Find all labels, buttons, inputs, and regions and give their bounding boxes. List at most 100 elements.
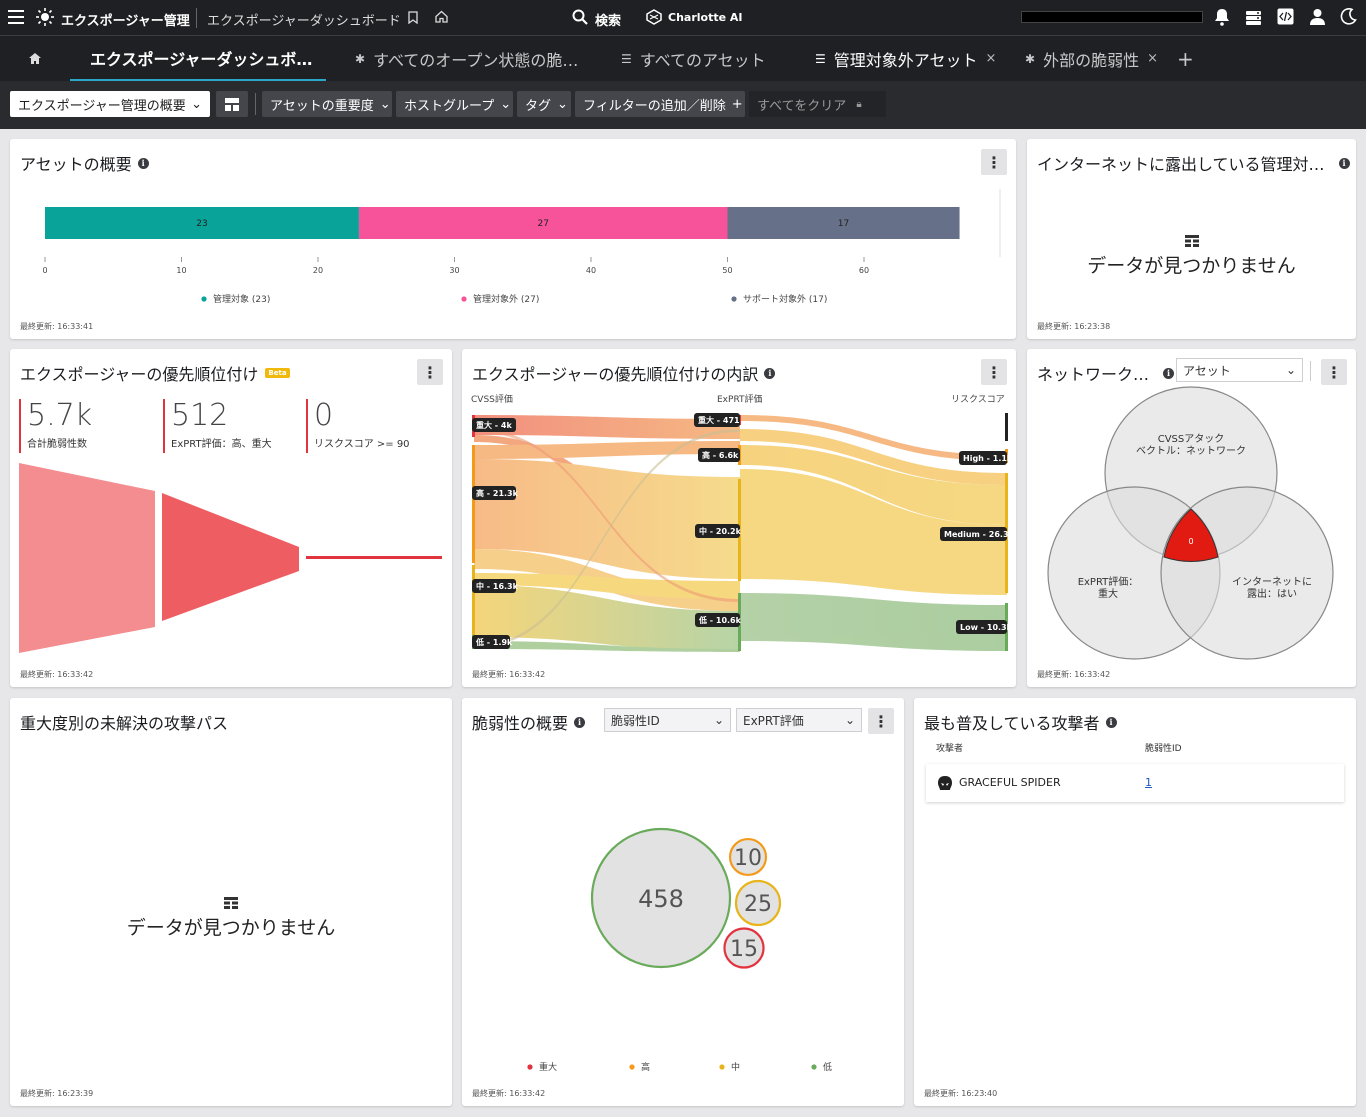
- breadcrumb: エクスポージャーダッシュボード: [207, 14, 401, 29]
- charlotte-ai-label[interactable]: Charlotte AI: [668, 11, 743, 24]
- legend-swatch: [811, 1064, 817, 1070]
- last-updated: 最終更新: 16:33:41: [20, 322, 94, 331]
- moon-icon[interactable]: [1340, 8, 1357, 25]
- storage-icon[interactable]: [1245, 9, 1262, 26]
- bell-icon[interactable]: [1214, 8, 1230, 26]
- lock-icon: 🔒︎: [856, 98, 862, 110]
- tab-bar: エクスポージャーダッシュボ… ✱ すべてのオープン状態の脆… ☰ すべてのアセッ…: [0, 36, 1366, 81]
- asset-overview-card: アセットの概要 i ⋮ 23 27 17 0 10 20 30 40 50 60 管理対象 (23) 管…: [10, 139, 1016, 339]
- metric-label: リスクスコア >= 90: [314, 439, 410, 450]
- table-icon: [224, 897, 238, 909]
- tab-label: 外部の脆弱性: [1043, 50, 1140, 70]
- home-outline-icon[interactable]: [435, 10, 448, 23]
- app-title[interactable]: エクスポージャー管理: [61, 10, 190, 29]
- x-tick-label: 0: [42, 266, 47, 275]
- funnel-stage-exprt: [162, 493, 299, 621]
- metric-risk-score: 0 リスクスコア >= 90: [306, 399, 410, 453]
- legend-swatch: [731, 296, 737, 302]
- asset-overview-chart: 23 27 17 0 10 20 30 40 50 60 管理対象 (23) 管理対象外 (27) サポ…: [42, 189, 1001, 305]
- tags-filter[interactable]: タグ ⌄: [517, 91, 571, 117]
- spider-avatar-icon: [938, 776, 952, 790]
- vuln-count-link[interactable]: 1: [1145, 776, 1152, 789]
- clear-all-button[interactable]: すべてをクリア 🔒︎: [749, 91, 886, 117]
- legend-label: 重大: [539, 1061, 557, 1073]
- metric-value: 512: [171, 398, 229, 433]
- clear-all-label: すべてをクリア: [757, 98, 847, 114]
- card-title: 最も普及している攻撃者 i: [924, 710, 1117, 734]
- x-tick-label: 60: [859, 266, 869, 275]
- host-group-filter[interactable]: ホストグループ ⌄: [396, 91, 513, 117]
- view-select[interactable]: エクスポージャー管理の概要 ⌄: [10, 91, 210, 117]
- last-updated: 最終更新: 16:33:42: [472, 1089, 546, 1098]
- add-remove-filter-button[interactable]: フィルターの追加／削除 +: [575, 91, 745, 117]
- tab-external-vulns[interactable]: ✱ 外部の脆弱性 ×: [1025, 36, 1158, 81]
- search-label[interactable]: 検索: [595, 10, 621, 29]
- network-card: ネットワーク… i アセット ⌄ ⋮ 0 CVSSアタックベクトル：ネットワーク E…: [1027, 349, 1356, 687]
- vuln-overview-card: 脆弱性の概要 i 脆弱性ID ⌄ ExPRT評価 ⌄ ⋮ 15 10 25 458 重大高中低…: [462, 698, 904, 1106]
- tab-unmanaged-assets[interactable]: ☰ 管理対象外アセット ×: [815, 36, 996, 81]
- card-title-text: 重大度別の未解決の攻撃パス: [20, 714, 229, 733]
- table-row[interactable]: GRACEFUL SPIDER 1: [926, 764, 1344, 802]
- table-icon: [1184, 235, 1199, 247]
- legend-label: 低: [823, 1061, 832, 1073]
- kebab-menu-button[interactable]: ⋮: [417, 359, 443, 385]
- sankey-label: High - 1.1k: [963, 454, 1013, 463]
- close-icon[interactable]: ×: [1147, 51, 1158, 66]
- no-data-text: データが見つかりません: [126, 917, 336, 939]
- last-updated: 最終更新: 16:33:42: [472, 670, 546, 679]
- prioritization-card: エクスポージャーの優先順位付け Beta ⋮ 5.7k 合計脆弱性数 512 ExP…: [10, 349, 452, 687]
- add-tab-button[interactable]: +: [1177, 36, 1194, 81]
- tab-label: すべてのオープン状態の脆…: [373, 50, 579, 70]
- metric-label: ExPRT評価：高、重大: [171, 439, 272, 450]
- metric-label: 合計脆弱性数: [27, 439, 87, 450]
- column-header-vuln-id[interactable]: 脆弱性ID: [1145, 741, 1182, 754]
- filter-label: ホストグループ: [404, 98, 495, 114]
- bookmark-icon[interactable]: [408, 11, 418, 24]
- sankey-label: 高 - 21.3k: [476, 488, 519, 498]
- code-icon[interactable]: [1277, 8, 1294, 25]
- chevron-down-icon: ⌄: [557, 96, 568, 112]
- legend-label: サポート対象外 (17): [743, 293, 827, 305]
- legend-swatch: [461, 296, 467, 302]
- card-title: エクスポージャーの優先順位付け Beta: [20, 361, 290, 385]
- metric-exprt-high-critical: 512 ExPRT評価：高、重大: [163, 399, 272, 453]
- tab-open-vulns[interactable]: ✱ すべてのオープン状態の脆…: [355, 36, 578, 81]
- x-tick-label: 20: [313, 266, 323, 275]
- no-data-message: データが見つかりません: [10, 897, 452, 940]
- chevron-down-icon: ⌄: [191, 96, 202, 112]
- tab-exposure-dashboard[interactable]: エクスポージャーダッシュボ…: [70, 36, 326, 81]
- legend-swatch: [201, 296, 207, 302]
- filter-bar: エクスポージャー管理の概要 ⌄ アセットの重要度 ⌄ ホストグループ ⌄ タグ ⌄ フィ…: [0, 81, 1366, 129]
- tab-all-assets[interactable]: ☰ すべてのアセット: [621, 36, 766, 81]
- legend-label: 高: [641, 1061, 650, 1073]
- tab-label: エクスポージャーダッシュボ…: [90, 49, 313, 69]
- hamburger-menu-icon[interactable]: [8, 10, 24, 24]
- last-updated: 最終更新: 16:23:38: [1037, 322, 1111, 331]
- column-header-adversary[interactable]: 攻撃者: [936, 741, 963, 754]
- bug-icon: ✱: [1025, 51, 1036, 66]
- info-icon[interactable]: i: [1105, 716, 1117, 728]
- adversary-name[interactable]: GRACEFUL SPIDER: [959, 776, 1061, 789]
- info-icon[interactable]: i: [1338, 157, 1350, 169]
- top-bar: エクスポージャー管理 エクスポージャーダッシュボード 検索 Charlotte …: [0, 0, 1366, 36]
- search-icon[interactable]: [572, 9, 588, 25]
- asset-criticality-filter[interactable]: アセットの重要度 ⌄: [262, 91, 392, 117]
- breakdown-card: エクスポージャーの優先順位付けの内訳 i ⋮ CVSS評価 ExPRT評価 リスク…: [462, 349, 1016, 687]
- sankey-chart: 重大 - 4k 高 - 21.3k 中 - 16.3k 低 - 1.9k 重大 …: [472, 413, 1015, 652]
- last-updated: 最終更新: 16:23:40: [924, 1089, 998, 1098]
- last-updated: 最終更新: 16:33:42: [20, 670, 94, 679]
- legend-label: 管理対象 (23): [213, 293, 270, 305]
- charlotte-ai-icon[interactable]: [646, 9, 662, 25]
- funnel-stage-risk: [306, 556, 442, 559]
- home-icon[interactable]: [29, 53, 41, 64]
- layout-button[interactable]: [216, 91, 248, 117]
- internet-exposed-card: インターネットに露出している管理対… i データが見つかりません 最終更新: 16…: [1027, 139, 1356, 339]
- user-icon[interactable]: [1309, 8, 1326, 25]
- tab-label: 管理対象外アセット: [833, 50, 978, 70]
- bubble-chart: 15 10 25 458 重大 高 中 低: [527, 827, 832, 1073]
- divider: [255, 93, 256, 115]
- funnel-chart: [19, 463, 442, 653]
- close-icon[interactable]: ×: [985, 51, 996, 66]
- legend-label: 中: [731, 1061, 740, 1073]
- tab-label: すべてのアセット: [639, 50, 766, 70]
